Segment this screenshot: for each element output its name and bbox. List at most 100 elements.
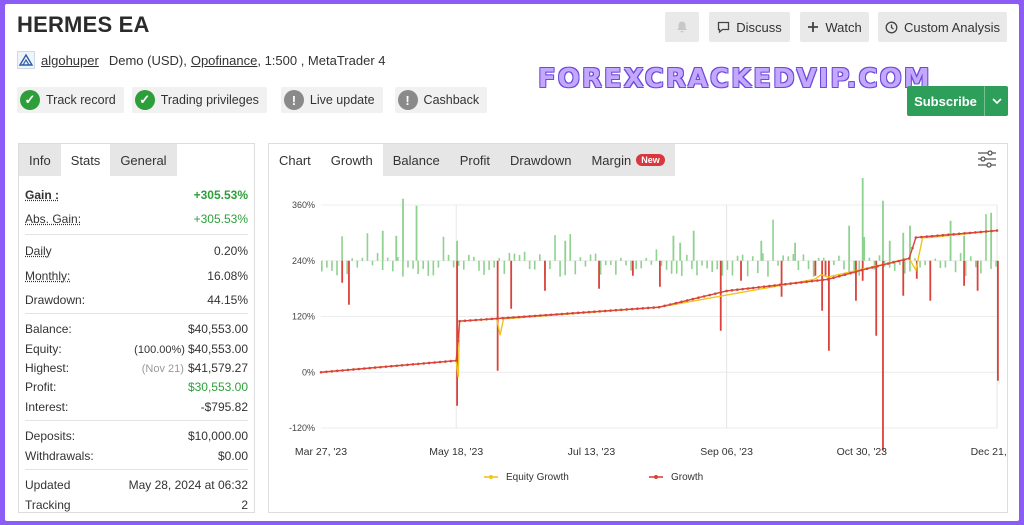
profit-bar — [843, 260, 845, 270]
growth-point — [474, 318, 478, 322]
watch-button[interactable]: Watch — [800, 12, 869, 42]
profit-bar — [679, 242, 682, 261]
tab-stats[interactable]: Stats — [60, 144, 111, 176]
profit-bar — [751, 256, 754, 261]
loss-bar — [997, 260, 999, 381]
growth-point — [674, 301, 678, 305]
profit-bar — [772, 219, 774, 261]
profit-bar — [934, 258, 937, 261]
profit-bar — [341, 236, 343, 261]
growth-point — [871, 266, 874, 269]
tab-general[interactable]: General — [110, 144, 177, 176]
profit-bar — [838, 255, 840, 261]
profit-bar — [812, 260, 815, 277]
profit-bar — [665, 260, 668, 270]
profit-bar — [822, 257, 825, 261]
settings-sliders-icon[interactable] — [977, 150, 997, 173]
growth-point — [444, 360, 447, 363]
profit-bar — [939, 260, 942, 269]
profit-bar — [589, 254, 592, 261]
profit-bar — [878, 255, 881, 261]
user-link[interactable]: algohuper — [41, 53, 99, 68]
growth-point — [751, 286, 755, 290]
growth-point — [941, 233, 945, 237]
growth-point — [957, 232, 961, 236]
profit-bar — [686, 254, 688, 261]
profit-bar — [802, 254, 805, 261]
badge-label: Track record — [46, 93, 116, 107]
growth-point — [767, 284, 771, 288]
growth-point — [876, 264, 879, 268]
tab-chart[interactable]: Chart — [269, 144, 321, 176]
profit-bar — [457, 260, 460, 266]
profit-bar — [914, 258, 916, 261]
profit-bar — [447, 254, 450, 261]
badge-cashback[interactable]: ! Cashback — [394, 87, 488, 113]
growth-point — [630, 307, 634, 311]
tab-profit[interactable]: Profit — [449, 144, 501, 176]
user-avatar-icon — [17, 51, 35, 69]
growth-point — [911, 246, 914, 250]
growth-point — [496, 317, 499, 320]
growth-point — [892, 260, 895, 264]
stats-tabs: Info Stats General — [19, 144, 254, 176]
profit-bar — [415, 205, 418, 261]
growth-point — [571, 311, 575, 315]
stat-profit: Profit: $30,553.00 — [25, 380, 248, 394]
subscribe-button[interactable]: Subscribe — [907, 86, 1008, 116]
growth-point — [417, 362, 420, 366]
profit-bar — [473, 256, 475, 261]
profit-bar — [817, 257, 820, 261]
profit-bar — [760, 240, 763, 261]
profit-bar — [794, 242, 796, 261]
growth-point — [379, 365, 382, 369]
growth-point — [762, 285, 766, 288]
profit-bar — [964, 260, 967, 277]
chart-legend[interactable]: Equity Growth Growth — [484, 472, 703, 483]
profit-bar — [609, 260, 612, 266]
growth-point — [384, 365, 388, 368]
growth-point — [865, 267, 869, 271]
chat-icon — [718, 21, 730, 33]
notify-button[interactable] — [665, 12, 699, 42]
tab-growth[interactable]: Growth — [320, 144, 383, 176]
chart-bars — [321, 178, 999, 451]
profit-bar — [630, 260, 632, 271]
profit-bar — [564, 240, 567, 261]
profit-bar — [721, 260, 724, 276]
profit-bar — [615, 260, 617, 275]
growth-point — [821, 278, 824, 282]
growth-point — [902, 258, 906, 262]
badge-live-update[interactable]: ! Live update — [280, 87, 383, 113]
profit-bar — [904, 260, 906, 274]
tab-drawdown[interactable]: Drawdown — [500, 144, 582, 176]
badge-trading-privileges[interactable]: ✓ Trading privileges — [131, 87, 267, 113]
profit-bar — [402, 260, 404, 277]
growth-chart[interactable]: 360% 240% 120% 0% -120% Mar 27, '23 May 18, '… — [269, 178, 1007, 512]
profit-bar — [417, 260, 419, 275]
loss-bar — [780, 260, 783, 297]
broker-link[interactable]: Opofinance — [191, 53, 258, 68]
custom-analysis-button[interactable]: Custom Analysis — [878, 12, 1007, 42]
growth-point — [449, 359, 453, 363]
growth-point — [479, 318, 483, 321]
profit-bar — [554, 235, 556, 261]
growth-point — [773, 284, 776, 287]
profit-bar — [858, 260, 861, 276]
profit-bar — [533, 260, 536, 270]
profit-bar — [741, 254, 744, 261]
tab-balance[interactable]: Balance — [382, 144, 450, 176]
chevron-down-icon[interactable] — [984, 86, 1008, 116]
custom-analysis-label: Custom Analysis — [903, 19, 1001, 35]
discuss-button[interactable]: Discuss — [709, 12, 790, 42]
stat-balance: Balance: $40,553.00 — [25, 322, 248, 336]
badge-track-record[interactable]: ✓ Track record — [17, 87, 124, 113]
tab-info[interactable]: Info — [19, 144, 61, 176]
profit-bar — [980, 260, 982, 274]
growth-point — [646, 306, 650, 310]
loss-bar — [510, 260, 513, 309]
tab-margin[interactable]: Margin New — [581, 144, 675, 176]
growth-point — [837, 274, 841, 278]
growth-point — [609, 309, 612, 312]
account-details: , 1:500 , MetaTrader 4 — [257, 52, 386, 68]
